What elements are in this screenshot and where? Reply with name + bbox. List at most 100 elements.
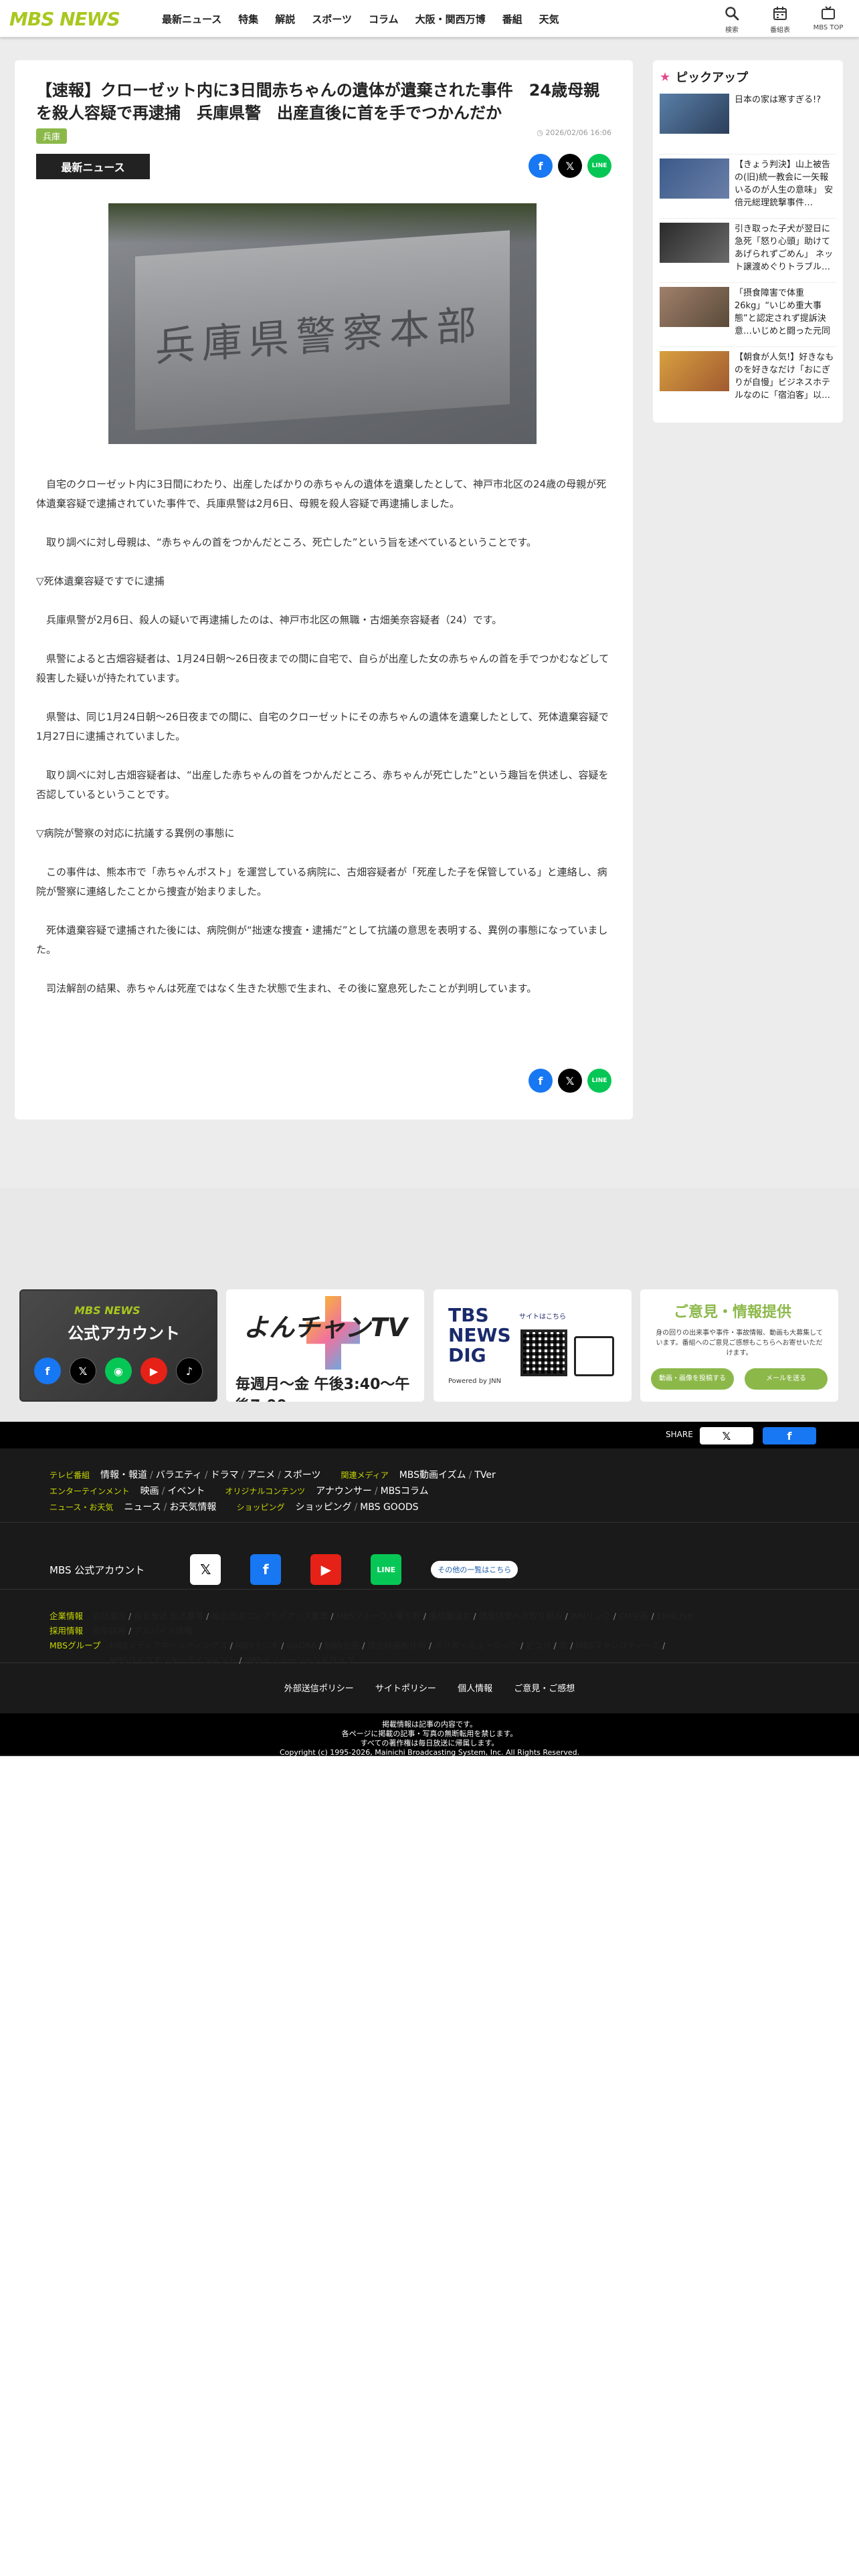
line-account-link[interactable]: LINE: [371, 1554, 402, 1585]
schedule-button[interactable]: 番組表: [756, 3, 804, 34]
pickup-thumbnail: [660, 94, 729, 134]
footer-category: ショッピング: [236, 1503, 285, 1512]
policy-link[interactable]: 個人情報: [458, 1684, 492, 1694]
banner-description: 身の回りの出来事や事件・事故情報、動画も大募集しています。番組へのご意見ご感想も…: [656, 1329, 823, 1357]
copyright-line: 各ページに掲載の記事・写真の無断転用を禁じます。: [341, 1729, 518, 1738]
paragraph: 死体遺棄容疑で逮捕された後には、病院側が“拙速な捜査・逮捕だ”として抗議の意思を…: [36, 924, 608, 956]
pickup-item[interactable]: 【朝食が人気!】好きなものを好きなだけ「おにぎりが自慢」ビジネスホテルなのに「宿…: [660, 346, 836, 405]
corp-link[interactable]: 毎日放送 放送基準: [134, 1611, 203, 1621]
corp-link[interactable]: ピコリ: [526, 1640, 551, 1650]
footer-link[interactable]: イベント: [167, 1483, 205, 1499]
line-share-button[interactable]: LINE: [587, 154, 611, 178]
nav-item-weather[interactable]: 天気: [539, 12, 559, 26]
pickup-item[interactable]: 「摂食障害で体重26kg」“いじめ重大事態”と認定されず提訴決意…いじめと闘った…: [660, 282, 836, 341]
mbs-news-logo[interactable]: MBS NEWS: [9, 7, 120, 30]
pickup-thumbnail: [660, 287, 729, 327]
corp-link[interactable]: アルバイト情報: [134, 1626, 192, 1636]
footer-link[interactable]: アニメ: [247, 1467, 275, 1483]
nav-item-programs[interactable]: 番組: [502, 12, 522, 26]
region-tag[interactable]: 兵庫: [36, 128, 68, 144]
nav-item-expo[interactable]: 大阪・関西万博: [415, 12, 486, 26]
tbs-news-dig-banner[interactable]: TBS NEWS DIG Powered by JNN サイトはこちら: [434, 1289, 632, 1402]
article-title: 【速報】クローゼット内に3日間赤ちゃんの遺体が遺棄された事件 24歳母親を殺人容…: [36, 81, 600, 122]
pickup-item[interactable]: 引き取った子犬が翌日に急死「怒り心頭」助けてあげられずごめん」 ネット譲渡めぐり…: [660, 218, 836, 277]
site-header: MBS NEWS 最新ニュース 特集 解説 スポーツ コラム 大阪・関西万博 番…: [0, 0, 859, 37]
corp-link[interactable]: GAORA: [286, 1640, 316, 1650]
mbs-top-button[interactable]: MBS TOP: [804, 3, 852, 34]
youtube-account-link[interactable]: ▶: [310, 1554, 342, 1585]
footer-link[interactable]: ニュース: [124, 1499, 161, 1515]
search-button[interactable]: 検索: [708, 3, 756, 34]
pickup-thumbnail: [660, 158, 729, 199]
footer-link[interactable]: MBSコラム: [381, 1483, 429, 1499]
paragraph: 取り調べに対し母親は、“赤ちゃんの首をつかんだところ、死亡した”という旨を述べて…: [36, 536, 537, 548]
nav-item-analysis[interactable]: 解説: [275, 12, 295, 26]
logo-text: MBS NEWS: [9, 7, 120, 30]
more-accounts-link[interactable]: その他の一覧はこちら: [431, 1561, 518, 1578]
facebook-share-button[interactable]: f: [763, 1427, 816, 1444]
share-label: SHARE: [666, 1430, 693, 1439]
footer-link[interactable]: MBS動画イズム: [399, 1467, 466, 1483]
corp-link[interactable]: ミリカ・ミュージック: [434, 1640, 518, 1650]
nav-item-column[interactable]: コラム: [369, 12, 399, 26]
upload-media-button[interactable]: 動画・画像を投稿する: [651, 1368, 734, 1390]
footer-link[interactable]: ドラマ: [211, 1467, 239, 1483]
corp-row: 企業情報 会社案内 / 毎日放送 放送基準 / 毎日放送コンプライアンス憲章 /…: [50, 1611, 694, 1621]
nav-item-sports[interactable]: スポーツ: [312, 12, 352, 26]
footer-link[interactable]: ショッピング: [295, 1499, 351, 1515]
copyright-line: 掲載情報は記事の内容です。: [382, 1720, 477, 1729]
corp-link[interactable]: 閏: [559, 1640, 568, 1650]
pickup-thumbnail: [660, 351, 729, 391]
pickup-item-text: 日本の家は寒すぎる!?: [735, 95, 822, 105]
footer-link[interactable]: お天気情報: [169, 1499, 216, 1515]
corp-link[interactable]: 新卒採用: [92, 1626, 126, 1636]
footer-link[interactable]: スポーツ: [284, 1467, 321, 1483]
facebook-share-button[interactable]: f: [529, 154, 553, 178]
corp-link[interactable]: 会社案内: [92, 1611, 126, 1621]
policy-link[interactable]: 外部送信ポリシー: [284, 1684, 354, 1694]
footer-link[interactable]: バラエティ: [156, 1467, 202, 1483]
corp-row: 採用情報 新卒採用 / アルバイト情報: [50, 1626, 193, 1636]
footer-link[interactable]: MBS GOODS: [360, 1499, 418, 1515]
corp-link[interactable]: MBSイノベーションドライブ: [244, 1655, 354, 1665]
policy-link[interactable]: ご意見・ご感想: [514, 1684, 575, 1694]
corp-link[interactable]: ENGLISH: [657, 1611, 694, 1621]
send-mail-button[interactable]: メールを送る: [745, 1368, 828, 1390]
corp-link[interactable]: 健康経営への取り組み: [479, 1611, 563, 1621]
corp-category: 採用情報: [50, 1626, 84, 1636]
line-icon: LINE: [377, 1565, 396, 1574]
corp-link[interactable]: MBS企画: [324, 1640, 359, 1650]
corp-link[interactable]: 番組審議会: [429, 1611, 471, 1621]
yonchan-tv-banner[interactable]: よんチャンTV 毎週月～金 午後3:40～午後7:00: [226, 1289, 424, 1402]
corp-link[interactable]: MBSラジオ: [235, 1640, 278, 1650]
x-share-button[interactable]: 𝕏: [558, 154, 582, 178]
x-share-button[interactable]: 𝕏: [700, 1427, 753, 1444]
mbs-top-label: MBS TOP: [813, 24, 844, 31]
feedback-banner[interactable]: ご意見・情報提供 身の回りの出来事や事件・事故情報、動画も大募集しています。番組…: [640, 1289, 838, 1402]
facebook-share-button[interactable]: f: [529, 1069, 553, 1093]
nav-item-features[interactable]: 特集: [238, 12, 258, 26]
subheading: ▽病院が警察の対応に抗議する異例の事態に: [36, 827, 235, 839]
footer-link[interactable]: 映画: [140, 1483, 159, 1499]
nav-item-latest[interactable]: 最新ニュース: [162, 12, 221, 26]
paragraph: 兵庫県警が2月6日、殺人の疑いで再逮捕したのは、神戸市北区の無職・古畑美奈容疑者…: [36, 614, 502, 626]
pickup-item[interactable]: 日本の家は寒すぎる!?: [660, 90, 836, 148]
policy-link[interactable]: サイトポリシー: [375, 1684, 436, 1694]
corp-link[interactable]: 放送映画製作所: [367, 1640, 426, 1650]
corp-link[interactable]: CM企画: [619, 1611, 649, 1621]
footer-link[interactable]: TVer: [474, 1467, 495, 1483]
footer-link[interactable]: 情報・報道: [100, 1467, 147, 1483]
mbs-official-accounts-banner[interactable]: MBS NEWS 公式アカウント f 𝕏 ◉ ▶ ♪: [19, 1289, 217, 1402]
corp-link[interactable]: MBSファシリティーズ: [575, 1640, 660, 1650]
corp-link[interactable]: 毎日放送コンプライアンス憲章: [211, 1611, 328, 1621]
line-share-button[interactable]: LINE: [587, 1069, 611, 1093]
corp-link[interactable]: MBSグループ人権方針: [336, 1611, 420, 1621]
corp-link[interactable]: MBSライブエンターテインメント: [110, 1655, 236, 1665]
x-share-button[interactable]: 𝕏: [558, 1069, 582, 1093]
corp-link[interactable]: MBSメディアホールディングス: [110, 1640, 227, 1650]
facebook-account-link[interactable]: f: [250, 1554, 282, 1585]
pickup-item[interactable]: 【きょう判決】山上被告の(旧)統一教会に一矢報いるのが人生の意味」 安倍元総理銃…: [660, 154, 836, 213]
x-account-link[interactable]: 𝕏: [190, 1554, 221, 1585]
footer-link[interactable]: アナウンサー: [316, 1483, 372, 1499]
corp-link[interactable]: JNNリンク: [571, 1611, 611, 1621]
